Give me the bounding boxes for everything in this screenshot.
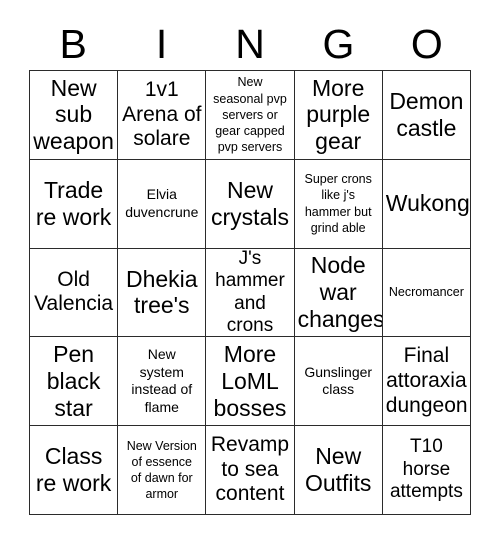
bingo-header-letter-g: G [322,20,355,67]
bingo-grid: New sub weapon 1v1 Arena of solare New sea… [29,70,471,515]
bingo-cell-r3c2[interactable]: Dhekia tree's [118,248,207,338]
bingo-cell-label: New Outfits [304,443,372,497]
bingo-cell-r1c3[interactable]: New seasonal pvp servers or gear capped … [206,71,295,160]
bingo-cell-label: 1v1 Arena of solare [122,78,202,151]
bingo-cell-r3c5[interactable]: Necromancer [382,248,471,338]
bingo-cell-r4c5[interactable]: Final attoraxia dungeon [382,337,471,427]
bingo-cell-label: Dhekia tree's [125,265,198,319]
bingo-cell-label: Super crons like j's hammer but grind ab… [304,172,372,235]
bingo-cell-label: More purple gear [306,74,371,155]
bingo-header-letter-o: O [410,20,443,67]
bingo-cell-label: New Version of essence of dawn for armor [126,438,197,502]
bingo-cell-r1c1[interactable]: New sub weapon [30,71,119,160]
bingo-cell-r3c1[interactable]: Old Valencia [30,248,119,338]
bingo-cell-r3c3[interactable]: J's hammer and crons [206,248,295,338]
bingo-cell-label: More LoML bosses [213,340,287,421]
bingo-cell-r5c1[interactable]: Class re work [30,426,119,515]
bingo-cell-label: Old Valencia [34,267,114,316]
bingo-cell-label: Revamp to sea content [210,433,290,506]
bingo-cell-label: Final attoraxia dungeon [385,344,468,417]
bingo-cell-r4c1[interactable]: Pen black star [30,337,119,427]
bingo-cell-r5c5[interactable]: T10 horse attempts [382,426,471,515]
bingo-cell-label: Necromancer [388,285,464,300]
bingo-cell-r4c3[interactable]: More LoML bosses [206,337,295,427]
bingo-card: BINGO New sub weapon 1v1 Arena of solare N… [0,0,500,544]
bingo-cell-label: T10 horse attempts [389,436,463,503]
bingo-cell-r2c2[interactable]: Elvia duvencrune [118,159,207,249]
bingo-cell-r5c3[interactable]: Revamp to sea content [206,426,295,515]
bingo-header-letter-b: B [59,20,87,67]
bingo-cell-label: Elvia duvencrune [125,186,199,220]
bingo-cell-label: New system instead of flame [131,346,193,415]
bingo-cell-label: New seasonal pvp servers or gear capped … [213,75,287,155]
bingo-cell-label: Class re work [35,443,112,497]
bingo-cell-label: Pen black star [46,340,101,421]
bingo-cell-r5c4[interactable]: New Outfits [294,426,383,515]
bingo-cell-r2c1[interactable]: Trade re work [30,159,119,249]
bingo-cell-r1c2[interactable]: 1v1 Arena of solare [118,71,207,160]
bingo-cell-r2c3[interactable]: New crystals [206,159,295,249]
bingo-cell-label: Demon castle [389,87,464,141]
bingo-header-row: BINGO [29,18,471,70]
bingo-cell-r1c4[interactable]: More purple gear [294,71,383,160]
bingo-cell-label: New sub weapon [33,74,114,155]
bingo-cell-r3c4[interactable]: Node war changes [294,248,383,338]
bingo-cell-r4c4[interactable]: Gunslinger class [294,337,383,427]
bingo-cell-label: Trade re work [35,176,112,230]
bingo-cell-r4c2[interactable]: New system instead of flame [118,337,207,427]
bingo-cell-label: Gunslinger class [304,363,373,398]
bingo-cell-r5c2[interactable]: New Version of essence of dawn for armor [118,426,207,515]
bingo-cell-label: J's hammer and crons [215,248,285,336]
bingo-cell-label: Wukong [385,190,470,217]
bingo-cell-r2c4[interactable]: Super crons like j's hammer but grind ab… [294,159,383,249]
bingo-cell-r1c5[interactable]: Demon castle [382,71,471,160]
bingo-header-letter-i: I [155,20,168,67]
bingo-cell-label: Node war changes [297,252,383,332]
bingo-cell-r2c5[interactable]: Wukong [382,159,471,249]
bingo-cell-label: New crystals [211,176,289,230]
bingo-header-letter-n: N [235,20,265,67]
